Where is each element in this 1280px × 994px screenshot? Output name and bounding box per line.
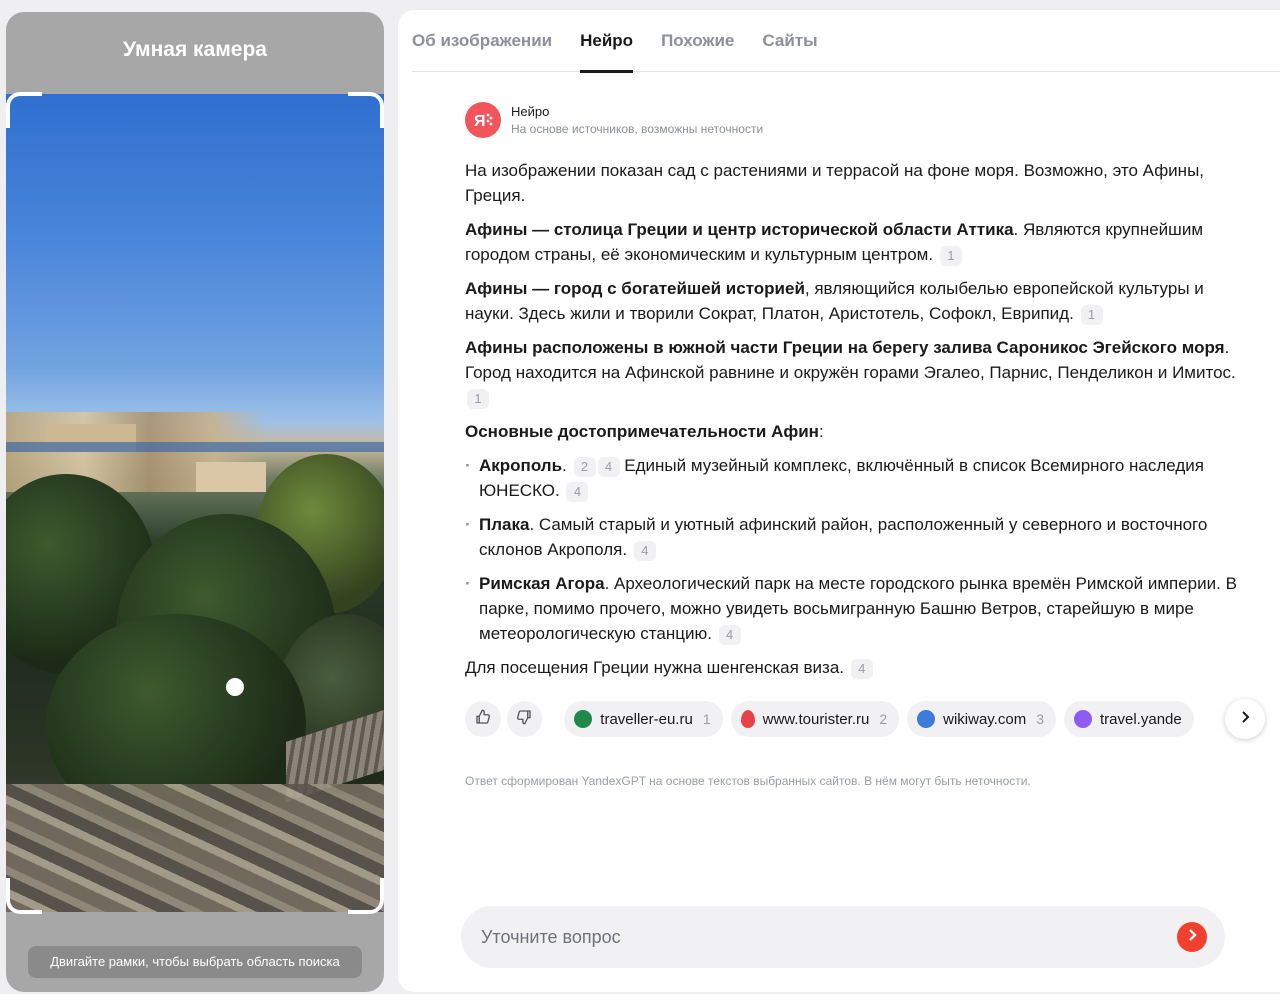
tab-sites[interactable]: Сайты bbox=[762, 10, 817, 72]
source-label: www.tourister.ru bbox=[762, 710, 870, 728]
like-button[interactable] bbox=[465, 701, 501, 737]
sights-heading-text: Основные достопримечательности Афин bbox=[465, 422, 819, 441]
list-item: Акрополь. 24 Единый музейный комплекс, в… bbox=[465, 453, 1245, 503]
wikiway-globe-icon bbox=[917, 710, 936, 728]
crop-handle-bottom-right[interactable] bbox=[348, 878, 384, 914]
source-number: 1 bbox=[702, 711, 711, 727]
source-number: 3 bbox=[1036, 711, 1044, 727]
gpt-disclaimer: Ответ сформирован YandexGPT на основе те… bbox=[465, 774, 1031, 788]
sights-heading-colon: : bbox=[818, 422, 824, 441]
source-label: wikiway.com bbox=[943, 710, 1027, 728]
tab-bar: Об изображении Нейро Похожие Сайты bbox=[412, 10, 1280, 73]
source-label: traveller-eu.ru bbox=[600, 710, 693, 728]
focus-point[interactable] bbox=[226, 678, 244, 696]
answer-paragraph: Афины расположены в южной части Греции н… bbox=[465, 335, 1245, 410]
source-ref[interactable]: 4 bbox=[850, 658, 873, 679]
results-panel: Об изображении Нейро Похожие Сайты Я Ней… bbox=[398, 10, 1280, 992]
source-chip[interactable]: www.tourister.ru 2 bbox=[730, 701, 900, 737]
crop-handle-top-right[interactable] bbox=[348, 92, 384, 128]
source-ref[interactable]: 4 bbox=[597, 456, 620, 477]
answer-paragraph: Афины — город с богатейшей историей, явл… bbox=[465, 276, 1245, 326]
answer-text: Для посещения Греции нужна шенгенская ви… bbox=[465, 658, 845, 677]
answer-bold-lead: Афины — город с богатейшей историей bbox=[465, 279, 805, 298]
answer-bold-lead: Афины — столица Греции и центр историчес… bbox=[465, 220, 1014, 239]
source-chip[interactable]: travel.yande bbox=[1064, 701, 1194, 737]
neuro-subtitle: На основе источников, возможны неточност… bbox=[511, 122, 764, 136]
source-ref[interactable]: 1 bbox=[1080, 304, 1103, 325]
smart-camera-panel: Умная камера Двигайте рамки, чтобы выбра… bbox=[6, 12, 384, 992]
sights-list: Акрополь. 24 Единый музейный комплекс, в… bbox=[465, 453, 1245, 646]
source-chip[interactable]: wikiway.com 3 bbox=[907, 701, 1056, 737]
source-chips: traveller-eu.ru 1 www.tourister.ru 2 wik… bbox=[564, 701, 1237, 737]
camera-photo[interactable] bbox=[6, 94, 384, 912]
source-ref[interactable]: 4 bbox=[566, 481, 589, 502]
answer-intro: На изображении показан сад с растениями … bbox=[465, 161, 1205, 205]
yandex-neuro-logo-icon: Я bbox=[465, 102, 501, 138]
photo-house bbox=[196, 462, 266, 492]
source-chip[interactable]: traveller-eu.ru 1 bbox=[564, 701, 723, 737]
followup-input[interactable] bbox=[481, 926, 1177, 948]
feedback-and-sources: traveller-eu.ru 1 www.tourister.ru 2 wik… bbox=[465, 699, 1265, 739]
answer-visa: Для посещения Греции нужна шенгенская ви… bbox=[465, 655, 1245, 680]
source-ref[interactable]: 4 bbox=[633, 540, 656, 561]
answer-paragraph: Афины — столица Греции и центр историчес… bbox=[465, 217, 1245, 267]
sight-name: Плака bbox=[479, 515, 530, 534]
answer-bold-lead: Афины расположены в южной части Греции н… bbox=[465, 338, 1225, 357]
thumbs-up-icon bbox=[474, 708, 492, 731]
svg-text:Я: Я bbox=[474, 113, 486, 130]
send-arrow-icon bbox=[1185, 928, 1199, 947]
dislike-button[interactable] bbox=[506, 701, 543, 737]
thumbs-down-icon bbox=[515, 708, 533, 731]
chevron-right-icon bbox=[1238, 710, 1252, 729]
sight-name: Римская Агора bbox=[479, 574, 605, 593]
source-ref[interactable]: 1 bbox=[467, 388, 489, 409]
crop-handle-top-left[interactable] bbox=[6, 92, 42, 128]
followup-question-field[interactable] bbox=[461, 906, 1225, 968]
source-number: 2 bbox=[879, 711, 888, 727]
tab-about-image[interactable]: Об изображении bbox=[412, 10, 552, 72]
source-ref[interactable]: 4 bbox=[718, 624, 741, 645]
sight-text: . Самый старый и уютный афинский район, … bbox=[479, 515, 1208, 559]
list-item: Плака. Самый старый и уютный афинский ра… bbox=[465, 512, 1245, 562]
sights-heading: Основные достопримечательности Афин: bbox=[465, 419, 1245, 444]
tab-neuro[interactable]: Нейро bbox=[580, 10, 633, 73]
neuro-answer: На изображении показан сад с растениями … bbox=[465, 158, 1245, 689]
list-item: Римская Агора. Археологический парк на м… bbox=[465, 571, 1245, 646]
photo-sea bbox=[6, 442, 384, 452]
source-ref[interactable]: 1 bbox=[939, 245, 962, 266]
tab-similar[interactable]: Похожие bbox=[661, 10, 734, 72]
yandex-travel-icon bbox=[1074, 710, 1092, 728]
send-button[interactable] bbox=[1177, 922, 1207, 952]
source-label: travel.yande bbox=[1100, 710, 1182, 728]
neuro-name: Нейро bbox=[511, 104, 550, 119]
source-ref[interactable]: 2 bbox=[573, 456, 596, 477]
traveller-globe-icon bbox=[574, 710, 593, 728]
neuro-header: Я Нейро На основе источников, возможны н… bbox=[465, 102, 763, 138]
sight-name: Акрополь bbox=[479, 456, 563, 475]
camera-title: Умная камера bbox=[123, 38, 267, 61]
tourister-balloon-icon bbox=[740, 710, 755, 728]
sources-next-button[interactable] bbox=[1225, 699, 1265, 739]
crop-handle-bottom-left[interactable] bbox=[6, 878, 42, 914]
photo-pavement bbox=[6, 784, 384, 912]
crop-hint: Двигайте рамки, чтобы выбрать область по… bbox=[28, 946, 362, 978]
